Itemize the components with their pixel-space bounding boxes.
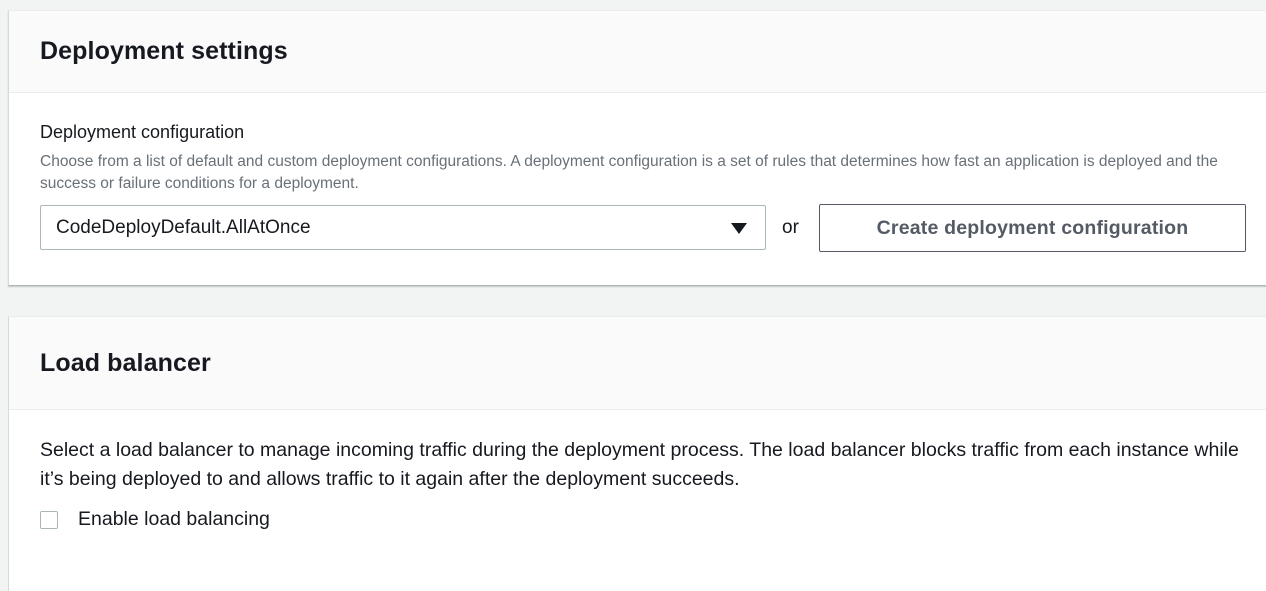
- load-balancer-header: Load balancer: [9, 317, 1266, 410]
- selected-configuration-value: CodeDeployDefault.AllAtOnce: [56, 217, 311, 238]
- load-balancer-description: Select a load balancer to manage incomin…: [40, 439, 1239, 490]
- deployment-settings-panel: Deployment settings Deployment configura…: [8, 10, 1266, 286]
- load-balancer-panel: Load balancer Select a load balancer to …: [8, 316, 1266, 591]
- load-balancer-title: Load balancer: [40, 348, 211, 377]
- deployment-settings-header: Deployment settings: [9, 11, 1266, 93]
- caret-down-icon: [731, 223, 747, 234]
- enable-load-balancing-checkbox[interactable]: [40, 510, 58, 529]
- deployment-configuration-label: Deployment configuration: [40, 122, 245, 142]
- page: Deployment settings Deployment configura…: [0, 0, 1266, 591]
- deployment-settings-title: Deployment settings: [40, 37, 288, 65]
- enable-load-balancing-label[interactable]: Enable load balancing: [78, 508, 270, 531]
- deployment-configuration-select[interactable]: CodeDeployDefault.AllAtOnce: [40, 205, 766, 250]
- or-separator: or: [782, 217, 799, 238]
- deployment-configuration-description: Choose from a list of default and custom…: [40, 153, 1218, 192]
- create-deployment-configuration-button[interactable]: Create deployment configuration: [819, 204, 1246, 252]
- enable-load-balancing-option[interactable]: Enable load balancing: [40, 508, 270, 531]
